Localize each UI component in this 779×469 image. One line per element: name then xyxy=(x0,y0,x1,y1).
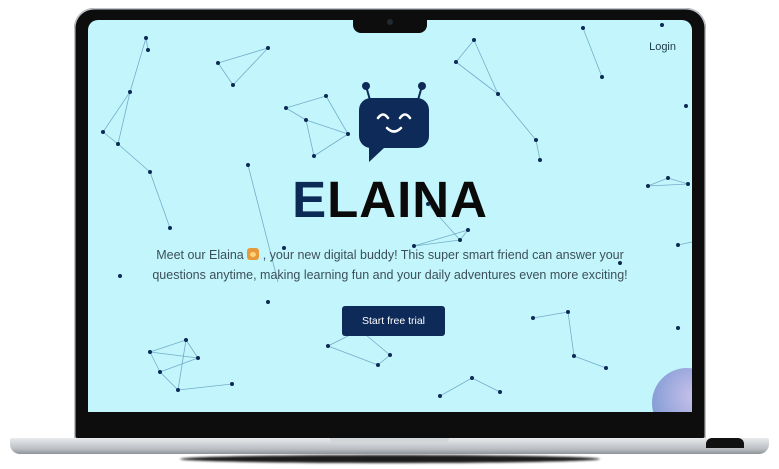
hero-description: Meet our Elaina , your new digital buddy… xyxy=(128,245,652,285)
character-emoji-icon xyxy=(247,248,260,260)
laptop-base-notch xyxy=(330,438,449,444)
laptop-chin xyxy=(88,412,692,428)
login-link[interactable]: Login xyxy=(649,41,676,53)
brand-title-first-letter: E xyxy=(292,171,328,228)
laptop-shadow xyxy=(180,455,600,463)
brand-title: ELAINA xyxy=(88,170,692,229)
laptop-mockup: Login ELAINA Meet our Elaina , your new … xyxy=(0,0,779,469)
camera-icon xyxy=(387,19,393,25)
laptop-screen: Login ELAINA Meet our Elaina , your new … xyxy=(88,20,692,412)
description-part1: Meet our Elaina xyxy=(156,248,244,262)
robot-chat-bubble-icon xyxy=(359,82,429,162)
start-free-trial-button[interactable]: Start free trial xyxy=(342,306,445,336)
brand-title-rest: LAINA xyxy=(327,171,488,228)
laptop-base-edge xyxy=(706,438,744,448)
